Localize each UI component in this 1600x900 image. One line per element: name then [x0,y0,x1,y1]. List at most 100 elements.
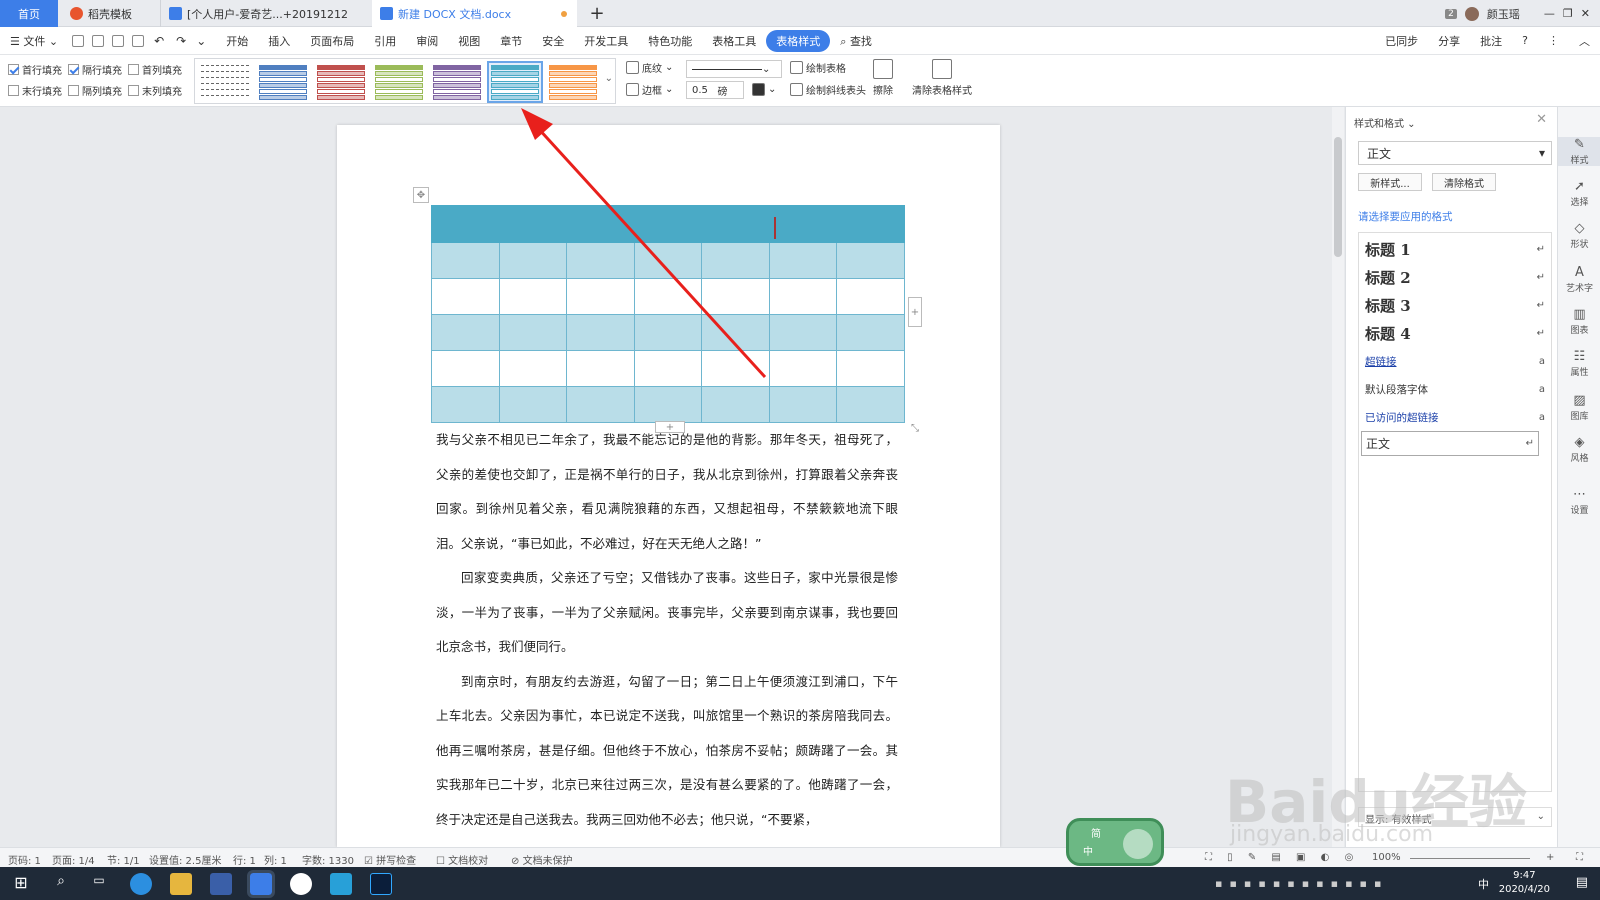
menu-section[interactable]: 章节 [490,33,532,49]
style-item[interactable]: 标题 4 ↵ [1365,323,1545,344]
table-cell[interactable] [498,386,568,423]
style-item[interactable]: 默认段落字体 a [1365,382,1545,397]
style-item[interactable]: 已访问的超链接 a [1365,410,1545,425]
zoom-slider[interactable] [1410,858,1530,859]
paragraph[interactable]: 我与父亲不相见已二年余了，我最不能忘记的是他的背影。那年冬天，祖母死了，父亲的差… [436,423,898,561]
table-cell[interactable] [431,242,500,279]
clock[interactable]: 9:47 2020/4/20 [1499,869,1550,897]
search-icon[interactable]: ⌕ [50,873,72,895]
avatar[interactable] [1464,6,1479,21]
table-cell[interactable] [566,350,635,387]
line-width-select[interactable]: 0.5 磅 [686,81,744,99]
right-tool-7[interactable]: ◈ 风格 [1558,435,1600,464]
table-resize-handle[interactable]: ⤡ [908,421,922,435]
document-page[interactable]: ✥ + + ⤡ 我与父亲不相见已二年余了，我最不能忘记的是他的背影。那年冬天，祖… [337,125,1000,847]
style-item[interactable]: 标题 3 ↵ [1365,295,1545,316]
right-tool-3[interactable]: A 艺术字 [1558,265,1600,294]
tab-document-1[interactable]: [个人用户-爱奇艺...+20191212 [160,0,370,27]
zoom-in-icon[interactable]: + [1546,852,1554,863]
table-cell[interactable] [836,278,905,315]
user-name[interactable]: 颜玉瑶 [1487,6,1520,22]
table-cell[interactable] [768,350,838,387]
table-header-cell[interactable] [431,205,905,243]
table-cell[interactable] [701,278,770,315]
photoshop-icon[interactable] [370,873,392,895]
right-tool-4[interactable]: ▥ 图表 [1558,307,1600,336]
tab-document-active[interactable]: 新建 DOCX 文档.docx [372,0,577,27]
table-cell[interactable] [836,386,905,423]
menu-references[interactable]: 引用 [364,33,406,49]
style-item[interactable]: 标题 2 ↵ [1365,267,1545,288]
table-cell[interactable] [633,278,703,315]
table-style-swatch[interactable] [257,63,309,101]
menu-insert[interactable]: 插入 [258,33,300,49]
style-item[interactable]: 超链接 a [1365,354,1545,369]
restore-icon[interactable]: ❐ [1563,7,1573,20]
comment-button[interactable]: 批注 [1470,33,1512,49]
table-cell[interactable] [498,314,568,351]
check-first-row[interactable]: 首行填充 [8,62,62,77]
ime-tray[interactable]: 中 [1478,876,1489,892]
window-count-badge[interactable]: 2 [1445,8,1457,19]
table-cell[interactable] [498,350,568,387]
vertical-scrollbar[interactable] [1332,107,1344,847]
redo-icon[interactable]: ↷ [176,34,186,48]
share-button[interactable]: 分享 [1428,33,1470,49]
table-cell[interactable] [498,242,568,279]
clear-format-button[interactable]: 清除格式 [1432,173,1496,191]
paragraph[interactable]: 回家变卖典质，父亲还了亏空；又借钱办了丧事。这些日子，家中光景很是惨淡，一半为了… [436,561,898,665]
tray-icons[interactable]: ▪▪▪▪▪▪▪▪▪▪▪▪ [1215,877,1388,890]
close-panel-icon[interactable]: ✕ [1536,112,1547,127]
table-cell[interactable] [701,242,770,279]
menu-security[interactable]: 安全 [532,33,574,49]
ime-toolbar[interactable]: 简 中 [1066,818,1164,866]
add-column-button[interactable]: + [908,297,922,327]
view-mode-icons[interactable]: ⛶ ▯ ✎ ▤ ▣ ◐ ◎ [1205,852,1359,863]
table-cell[interactable] [836,350,905,387]
table-cell[interactable] [633,242,703,279]
cloud-icon[interactable] [92,34,105,47]
table-style-swatch[interactable] [431,63,483,101]
sync-status[interactable]: 已同步 [1375,33,1428,49]
browser-icon[interactable] [130,873,152,895]
menu-layout[interactable]: 页面布局 [300,33,364,49]
table-cell[interactable] [701,386,770,423]
folder-icon[interactable] [170,873,192,895]
menu-table-tools[interactable]: 表格工具 [702,33,766,49]
body-text[interactable]: 我与父亲不相见已二年余了，我最不能忘记的是他的背影。那年冬天，祖母死了，父亲的差… [436,423,898,837]
current-style-select[interactable]: 正文 ▾ [1358,141,1552,165]
table-cell[interactable] [836,314,905,351]
check-banded-rows[interactable]: 隔行填充 [68,62,122,77]
table-cell[interactable] [768,278,838,315]
help-icon[interactable]: ? [1512,34,1538,47]
save-icon[interactable] [72,34,85,47]
line-style-select[interactable]: ⌄ [686,60,782,78]
collapse-ribbon-icon[interactable]: ︿ [1569,33,1600,49]
table-cell[interactable] [768,386,838,423]
menu-table-style[interactable]: 表格样式 [766,29,831,52]
table-cell[interactable] [633,386,703,423]
tab-home[interactable]: 首页 [0,0,58,27]
new-tab-button[interactable]: + [585,0,609,27]
shading-button[interactable]: 底纹 ⌄ [626,60,673,75]
table-cell[interactable] [431,278,500,315]
gallery-more-icon[interactable]: ⌄ [605,73,613,84]
right-tool-1[interactable]: ➚ 选择 [1558,179,1600,208]
table-cell[interactable] [836,242,905,279]
menu-review[interactable]: 审阅 [406,33,448,49]
table-style-swatch[interactable] [199,63,251,101]
table-style-swatch[interactable] [487,61,543,103]
print-icon[interactable] [112,34,125,47]
search-button[interactable]: ⌕ 查找 [830,33,882,49]
protect-status[interactable]: ⊘ 文档未保护 [511,852,573,867]
app-icon[interactable] [210,873,232,895]
close-icon[interactable]: ✕ [1581,7,1590,20]
table-cell[interactable] [498,278,568,315]
check-last-row[interactable]: 末行填充 [8,83,62,98]
table-style-swatch[interactable] [373,63,425,101]
task-view-icon[interactable]: ▭ [88,873,110,895]
style-item[interactable]: 正文 ↵ [1361,431,1539,456]
undo-icon[interactable]: ↶ [154,34,164,48]
menu-view[interactable]: 视图 [448,33,490,49]
table-cell[interactable] [566,242,635,279]
